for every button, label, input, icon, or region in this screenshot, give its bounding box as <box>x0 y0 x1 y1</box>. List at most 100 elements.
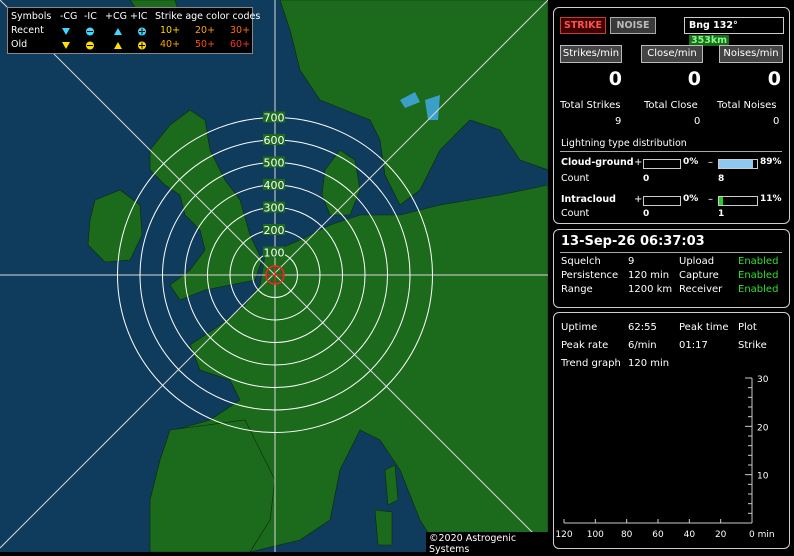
total-strikes-value: 9 <box>615 116 622 127</box>
uptime-value: 62:55 <box>628 322 657 333</box>
strikes-per-min-value: 0 <box>608 68 622 90</box>
noises-per-min-value: 0 <box>767 68 781 90</box>
cg-pos-icon <box>114 28 122 35</box>
age-old-3: 60+ <box>230 39 251 50</box>
age-recent-3: 30+ <box>230 25 251 36</box>
trend-x-tick-label: 0 min <box>749 530 775 540</box>
bearing-readout: Bng 132° 353km <box>684 17 784 46</box>
noise-indicator[interactable]: NOISE <box>610 17 656 34</box>
trend-x-tick-label: 40 <box>684 530 696 540</box>
total-close-label: Total Close <box>644 100 698 111</box>
peak-time-value: 01:17 <box>679 340 708 351</box>
legend-col-cg-neg: -CG <box>60 11 78 22</box>
datetime: 13-Sep-26 06:37:03 <box>561 234 705 249</box>
trend-graph: 120 100 80 60 40 20 0 min 30 20 10 <box>555 375 775 540</box>
trend-x-tick-label: 120 <box>555 530 572 540</box>
trend-x-tick-label: 80 <box>621 530 633 540</box>
trend-y-tick-label: 20 <box>757 423 769 433</box>
total-noises-label: Total Noises <box>717 100 777 111</box>
plot-label: Plot <box>738 322 757 333</box>
capture-status: Enabled <box>738 270 779 281</box>
capture-label: Capture <box>679 270 719 281</box>
legend-old-label: Old <box>11 39 28 50</box>
peak-time-label: Peak time <box>679 322 729 333</box>
total-noises-value: 0 <box>773 116 780 127</box>
distribution-divider <box>560 151 782 152</box>
bearing-value: Bng 132° <box>689 20 738 31</box>
peak-rate-value: 6/min <box>628 340 657 351</box>
legend-col-cg-pos: +CG <box>105 11 127 22</box>
noises-per-min-button[interactable]: Noises/min <box>719 45 783 63</box>
trend-x-tick-label: 100 <box>587 530 604 540</box>
cg-pos-bar <box>643 159 681 169</box>
ic-pos-pct: 0% <box>683 194 699 204</box>
strike-counters-panel: STRIKE NOISE Bng 132° 353km Strikes/min … <box>553 7 790 224</box>
cg-pos-icon <box>114 42 122 49</box>
trend-y-tick-label: 10 <box>757 472 769 482</box>
range-ring-label: 300 <box>264 202 285 215</box>
ic-pos-count: 0 <box>643 209 650 219</box>
copyright-text: ©2020 Astrogenic Systems <box>426 532 548 556</box>
close-per-min-value: 0 <box>687 68 701 90</box>
cg-pos-pct: 0% <box>683 157 699 167</box>
legend-symbols <box>62 27 146 50</box>
upload-label: Upload <box>679 256 715 267</box>
upload-status: Enabled <box>738 256 779 267</box>
range-ring-label: 700 <box>264 112 285 125</box>
cg-neg-bar <box>718 159 758 169</box>
distribution-title: Lightning type distribution <box>561 138 687 149</box>
ic-neg-pct: 11% <box>760 194 782 204</box>
range-ring-label: 100 <box>264 247 285 260</box>
legend-col-ic-neg: -IC <box>84 11 97 22</box>
legend-recent-label: Recent <box>11 25 44 36</box>
trend-y-tick-label: 30 <box>757 375 769 385</box>
range-ring-label: 400 <box>264 179 285 192</box>
cg-minus-sign: – <box>708 157 713 168</box>
ic-neg-count: 1 <box>718 209 725 219</box>
range-label: Range <box>561 284 593 295</box>
strike-map[interactable]: 100 200 300 400 500 600 700 Symbols -CG -IC +C… <box>0 0 549 556</box>
ic-count-label: Count <box>561 208 590 219</box>
squelch-value: 9 <box>628 256 635 267</box>
cg-neg-count: 8 <box>718 174 725 184</box>
persistence-label: Persistence <box>561 270 619 281</box>
trend-span-value: 120 min <box>628 358 670 369</box>
legend-age-title: Strike age color codes <box>155 11 261 22</box>
ic-neg-bar <box>718 196 758 206</box>
trend-x-tick-label: 20 <box>715 530 727 540</box>
info-divider <box>560 252 782 253</box>
trend-graph-label: Trend graph <box>561 358 621 369</box>
ic-pos-bar <box>643 196 681 206</box>
range-ring-label: 600 <box>264 134 285 147</box>
plot-mode-value[interactable]: Strike <box>738 340 767 351</box>
old-symbols <box>62 41 146 50</box>
receiver-label: Receiver <box>679 284 723 295</box>
strikes-per-min-button[interactable]: Strikes/min <box>560 45 622 63</box>
age-recent-2: 20+ <box>195 25 216 36</box>
persistence-value: 120 min <box>628 270 670 281</box>
cg-label: Cloud-ground <box>561 157 634 168</box>
legend-symbols-label: Symbols <box>11 11 52 22</box>
cg-neg-icon <box>62 42 70 49</box>
symbol-legend: Symbols -CG -IC +CG +IC Strike age color… <box>7 7 260 54</box>
range-ring-label: 200 <box>264 224 285 237</box>
recent-symbols <box>62 27 146 36</box>
legend-col-ic-pos: +IC <box>130 11 148 22</box>
uptime-label: Uptime <box>561 322 598 333</box>
statistics-panel: Uptime 62:55 Peak time Plot Peak rate 6/… <box>553 312 790 549</box>
strike-indicator[interactable]: STRIKE <box>560 17 606 34</box>
map-canvas[interactable]: 100 200 300 400 500 600 700 <box>0 0 549 553</box>
total-strikes-label: Total Strikes <box>560 100 621 111</box>
station-marker <box>265 265 285 285</box>
receiver-status: Enabled <box>738 284 779 295</box>
cg-pos-count: 0 <box>643 174 650 184</box>
close-per-min-button[interactable]: Close/min <box>641 45 703 63</box>
squelch-label: Squelch <box>561 256 601 267</box>
age-old-2: 50+ <box>195 39 216 50</box>
range-ring-label: 500 <box>264 157 285 170</box>
cg-count-label: Count <box>561 173 590 184</box>
ic-minus-sign: – <box>708 194 713 205</box>
trend-x-tick-label: 60 <box>652 530 664 540</box>
peak-rate-label: Peak rate <box>561 340 609 351</box>
cg-plus-sign: + <box>634 157 643 168</box>
